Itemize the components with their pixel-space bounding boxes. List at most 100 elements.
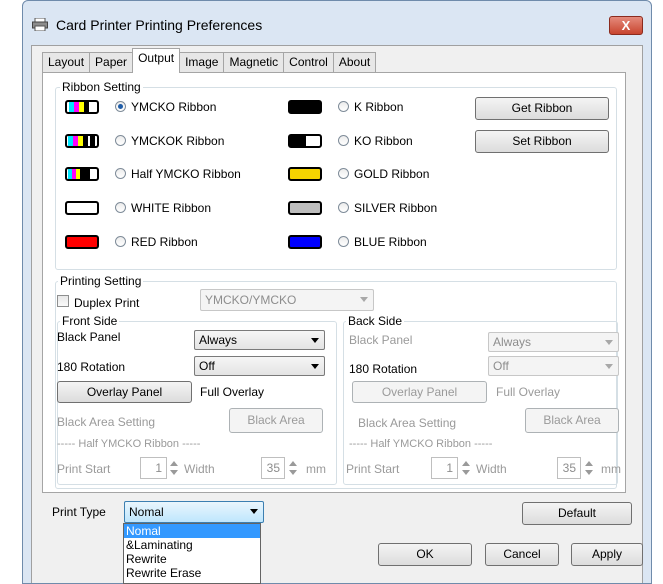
silver-ribbon-label: SILVER Ribbon	[354, 201, 438, 215]
ymcko-ribbon-radio[interactable]	[115, 101, 126, 112]
ymckok-ribbon-icon	[65, 134, 99, 148]
default-button[interactable]: Default	[522, 502, 632, 525]
front-black-panel-select[interactable]: Always	[194, 330, 325, 350]
print-type-option[interactable]: Nomal	[124, 524, 260, 538]
back-rotation-value: Off	[493, 359, 509, 373]
k-ribbon-label: K Ribbon	[354, 100, 404, 114]
close-button[interactable]: X	[609, 16, 643, 35]
print-type-option[interactable]: &Laminating	[124, 538, 260, 552]
print-type-dropdown-list: Nomal &Laminating Rewrite Rewrite Erase	[123, 523, 261, 584]
back-overlay-panel-button[interactable]: Overlay Panel	[352, 381, 487, 403]
back-width-stepper[interactable]	[584, 457, 594, 479]
silver-ribbon-radio[interactable]	[338, 202, 349, 213]
half-ymcko-ribbon-radio[interactable]	[115, 168, 126, 179]
k-ribbon-radio[interactable]	[338, 101, 349, 112]
back-half-ymcko-label: ----- Half YMCKO Ribbon -----	[349, 438, 493, 450]
back-black-panel-select[interactable]: Always	[488, 332, 619, 352]
ymcko-ribbon-icon	[65, 100, 99, 114]
back-black-panel-value: Always	[493, 335, 532, 349]
print-type-value: Nomal	[129, 505, 164, 519]
red-ribbon-icon	[65, 235, 99, 249]
chevron-down-icon	[311, 338, 319, 343]
duplex-mode-select[interactable]: YMCKO/YMCKO	[200, 289, 374, 311]
title-bar: Card Printer Printing Preferences X	[23, 1, 651, 45]
front-rotation-label: 180 Rotation	[57, 360, 126, 374]
duplex-print-label: Duplex Print	[74, 296, 140, 310]
blue-ribbon-radio[interactable]	[338, 236, 349, 247]
back-rotation-select[interactable]: Off	[488, 356, 619, 376]
chevron-down-icon	[605, 340, 613, 345]
front-half-ymcko-label: ----- Half YMCKO Ribbon -----	[57, 438, 201, 450]
ymckok-ribbon-label: YMCKOK Ribbon	[131, 134, 225, 148]
front-rotation-value: Off	[199, 359, 215, 373]
dialog-client: Layout Paper Output Image Magnetic Contr…	[31, 45, 643, 583]
front-unit-label: mm	[306, 462, 326, 476]
back-black-area-label: Black Area Setting	[358, 416, 457, 430]
set-ribbon-button[interactable]: Set Ribbon	[475, 130, 609, 153]
front-width-stepper[interactable]	[288, 457, 298, 479]
chevron-down-icon	[311, 364, 319, 369]
gold-ribbon-label: GOLD Ribbon	[354, 167, 430, 181]
back-black-area-button[interactable]: Black Area	[525, 408, 619, 433]
ko-ribbon-radio[interactable]	[338, 135, 349, 146]
chevron-down-icon	[605, 364, 613, 369]
preferences-window: Card Printer Printing Preferences X Layo…	[22, 0, 652, 584]
gold-ribbon-radio[interactable]	[338, 168, 349, 179]
tab-paper[interactable]: Paper	[89, 52, 134, 73]
front-overlay-panel-button[interactable]: Overlay Panel	[57, 381, 192, 403]
back-overlay-value: Full Overlay	[496, 385, 561, 399]
white-ribbon-radio[interactable]	[115, 202, 126, 213]
front-print-start-stepper[interactable]	[169, 457, 179, 479]
tab-magnetic[interactable]: Magnetic	[223, 52, 285, 73]
tab-layout[interactable]: Layout	[42, 52, 91, 73]
red-ribbon-label: RED Ribbon	[131, 235, 198, 249]
apply-button[interactable]: Apply	[571, 543, 643, 566]
back-print-start-label: Print Start	[346, 462, 400, 476]
blue-ribbon-label: BLUE Ribbon	[354, 235, 427, 249]
gold-ribbon-icon	[288, 167, 322, 181]
k-ribbon-icon	[288, 100, 322, 114]
ko-ribbon-icon	[288, 134, 322, 148]
back-width-label: Width	[476, 462, 507, 476]
print-type-option[interactable]: Rewrite Erase	[124, 566, 260, 580]
front-print-start-label: Print Start	[57, 462, 111, 476]
ok-button[interactable]: OK	[378, 543, 472, 566]
output-tab-panel: Ribbon Setting YMCKO Ribbon YMCKOK Ribbo…	[42, 72, 626, 493]
print-type-select[interactable]: Nomal	[124, 501, 264, 523]
front-black-panel-label: Black Panel	[57, 330, 121, 344]
front-black-area-button[interactable]: Black Area	[229, 408, 323, 433]
tab-image[interactable]: Image	[179, 52, 225, 73]
back-print-start-stepper[interactable]	[461, 457, 471, 479]
cancel-button[interactable]: Cancel	[485, 543, 559, 566]
back-side-title: Back Side	[346, 314, 405, 328]
chevron-down-icon	[250, 509, 258, 514]
tab-control[interactable]: Control	[283, 52, 334, 73]
ko-ribbon-label: KO Ribbon	[354, 134, 413, 148]
get-ribbon-button[interactable]: Get Ribbon	[475, 97, 609, 120]
blue-ribbon-icon	[288, 235, 322, 249]
ribbon-setting-title: Ribbon Setting	[60, 80, 143, 94]
half-ymcko-ribbon-icon	[65, 167, 99, 181]
front-black-panel-value: Always	[199, 333, 238, 347]
front-side-title: Front Side	[60, 314, 120, 328]
tab-about[interactable]: About	[332, 52, 377, 73]
window-title: Card Printer Printing Preferences	[56, 17, 263, 33]
tab-output[interactable]: Output	[132, 48, 181, 73]
red-ribbon-radio[interactable]	[115, 236, 126, 247]
front-rotation-select[interactable]: Off	[194, 356, 325, 376]
printing-setting-title: Printing Setting	[58, 274, 144, 288]
front-black-area-label: Black Area Setting	[57, 415, 156, 429]
duplex-mode-value: YMCKO/YMCKO	[205, 293, 297, 307]
front-print-start-input[interactable]: 1	[140, 457, 167, 479]
front-width-input[interactable]: 35	[261, 457, 285, 479]
back-width-input[interactable]: 35	[557, 457, 581, 479]
ymckok-ribbon-radio[interactable]	[115, 135, 126, 146]
front-width-label: Width	[184, 462, 215, 476]
printer-icon	[32, 18, 48, 31]
chevron-down-icon	[360, 297, 368, 302]
half-ymcko-ribbon-label: Half YMCKO Ribbon	[131, 167, 241, 181]
back-print-start-input[interactable]: 1	[431, 457, 458, 479]
print-type-option[interactable]: Rewrite	[124, 552, 260, 566]
duplex-print-checkbox[interactable]	[57, 295, 69, 307]
front-overlay-value: Full Overlay	[200, 385, 265, 399]
